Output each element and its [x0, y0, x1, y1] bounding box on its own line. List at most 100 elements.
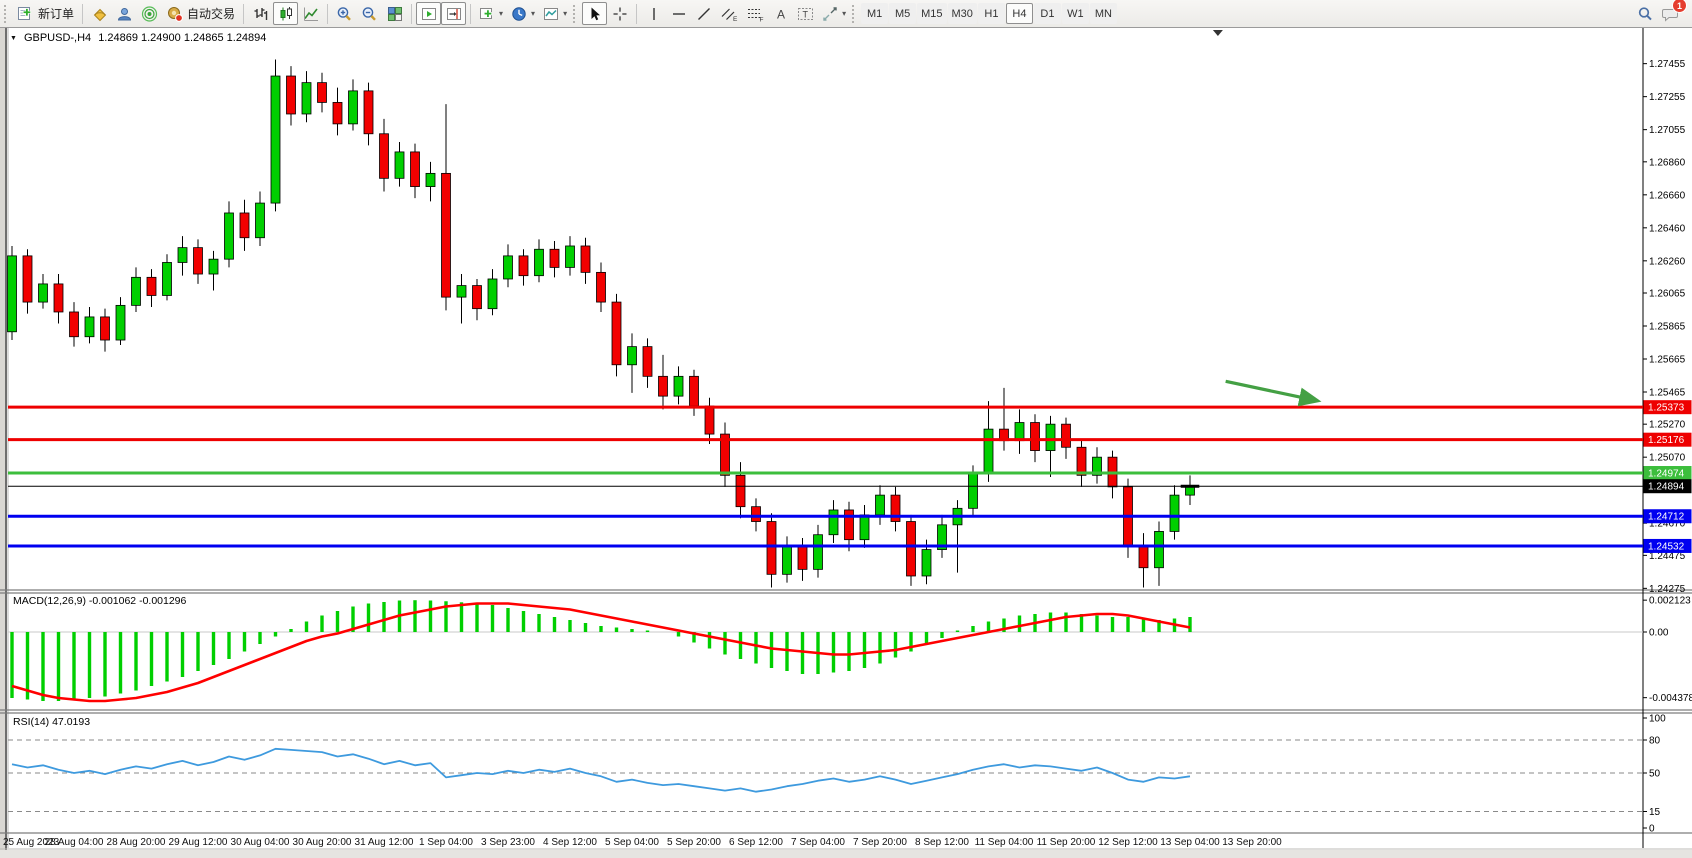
cursor-button[interactable] — [582, 2, 607, 25]
zoom-in-icon — [336, 6, 353, 22]
candle-body — [318, 83, 327, 103]
time-label: 7 Sep 04:00 — [791, 837, 845, 848]
timeframe-MN[interactable]: MN — [1090, 3, 1117, 24]
candle-body — [566, 246, 575, 267]
arrows-shapes-icon — [822, 6, 838, 22]
notification-badge: 1 — [1672, 0, 1687, 13]
auto-trading-button[interactable]: 自动交易 — [162, 2, 239, 25]
indicators-button[interactable]: ▾ — [475, 2, 507, 25]
trendline-button[interactable] — [691, 2, 716, 25]
chart-collapse-icon[interactable]: ▼ — [10, 35, 17, 42]
candle-body — [705, 406, 714, 434]
axis-label: 1.26860 — [1649, 157, 1686, 168]
fibonacci-button[interactable]: F — [742, 2, 768, 25]
auto-scroll-button[interactable] — [416, 2, 441, 25]
candle-body — [767, 522, 776, 575]
toolbar-grip[interactable] — [852, 5, 857, 23]
text-label-icon: T — [797, 6, 814, 22]
timeframe-H1[interactable]: H1 — [978, 3, 1005, 24]
time-label: 11 Sep 20:00 — [1037, 837, 1096, 848]
zoom-out-button[interactable] — [357, 2, 382, 25]
candle-body — [504, 256, 513, 279]
candle-body — [54, 284, 63, 312]
timeframe-W1[interactable]: W1 — [1062, 3, 1089, 24]
styles-button[interactable] — [87, 2, 112, 25]
candle-body — [752, 507, 761, 522]
candle-body — [473, 286, 482, 309]
chart-symbol-period: GBPUSD-,H4 — [24, 32, 91, 44]
candle-body — [969, 474, 978, 509]
time-label: 7 Sep 20:00 — [853, 837, 907, 848]
toolbar-grip[interactable] — [4, 5, 9, 23]
community-button[interactable] — [112, 2, 137, 25]
axis-label: 1.27055 — [1649, 125, 1686, 136]
line-chart-button[interactable] — [298, 2, 323, 25]
candle-body — [240, 213, 249, 238]
candlestick-chart-button[interactable] — [273, 2, 298, 25]
candle-body — [519, 256, 528, 276]
search-button[interactable] — [1633, 2, 1658, 25]
chart-shift-button[interactable] — [441, 2, 466, 25]
text-label-button[interactable]: T — [793, 2, 818, 25]
candle-body — [178, 248, 187, 263]
text-button[interactable]: A — [768, 2, 793, 25]
zoom-out-icon — [361, 6, 378, 22]
toolbar-separator — [243, 4, 244, 24]
toolbar-grip[interactable] — [573, 5, 578, 23]
line-chart-icon — [303, 6, 319, 22]
timeframe-M15[interactable]: M15 — [917, 3, 946, 24]
timeframe-M5[interactable]: M5 — [889, 3, 916, 24]
toolbar: 新订单 自动交易 ▾ ▾ ▾ E F A T ▾ M1M5M15M30H1H4D… — [0, 0, 1692, 28]
candle-body — [628, 347, 637, 365]
timeframe-H4[interactable]: H4 — [1006, 3, 1033, 24]
axis-label: 1.26460 — [1649, 223, 1686, 234]
vertical-line-button[interactable] — [641, 2, 666, 25]
zoom-in-button[interactable] — [332, 2, 357, 25]
axis-label: -0.004378 — [1649, 693, 1692, 704]
candle-body — [395, 152, 404, 178]
notifications-button[interactable]: 1 — [1658, 2, 1684, 25]
time-label: 5 Sep 04:00 — [605, 837, 659, 848]
vertical-line-icon — [647, 6, 661, 22]
price-badge-text: 1.24894 — [1648, 482, 1685, 493]
signals-icon — [141, 6, 158, 22]
candle-body — [922, 550, 931, 576]
candle-body — [674, 376, 683, 396]
candle-body — [271, 76, 280, 203]
tile-windows-button[interactable] — [382, 2, 407, 25]
chart-canvas[interactable]: 1.274551.272551.270551.268601.266601.264… — [0, 0, 1692, 858]
candle-body — [659, 376, 668, 396]
equidistant-channel-button[interactable]: E — [716, 2, 742, 25]
axis-label: 15 — [1649, 807, 1661, 818]
timeframe-M1[interactable]: M1 — [861, 3, 888, 24]
candle-body — [380, 134, 389, 179]
axis-label: 100 — [1649, 714, 1666, 725]
time-axis[interactable]: 25 Aug 202328 Aug 04:0028 Aug 20:0029 Au… — [3, 837, 1282, 848]
toolbar-separator — [327, 4, 328, 24]
timeframe-M30[interactable]: M30 — [948, 3, 977, 24]
horizontal-line-button[interactable] — [666, 2, 691, 25]
macd-label: MACD(12,26,9) -0.001062 -0.001296 — [13, 595, 186, 607]
crosshair-button[interactable] — [607, 2, 632, 25]
periods-button[interactable]: ▾ — [507, 2, 539, 25]
candle-body — [70, 312, 79, 337]
cursor-arrow-icon — [587, 6, 602, 22]
price-badge-text: 1.24532 — [1648, 541, 1685, 552]
rsi-label: RSI(14) 47.0193 — [13, 716, 90, 728]
auto-trading-label: 自动交易 — [187, 5, 235, 22]
templates-button[interactable]: ▾ — [539, 2, 571, 25]
signals-button[interactable] — [137, 2, 162, 25]
auto-scroll-icon — [421, 6, 437, 22]
shapes-button[interactable]: ▾ — [818, 2, 850, 25]
new-order-button[interactable]: 新订单 — [13, 2, 78, 25]
axis-label: 0.002123 — [1649, 596, 1691, 607]
candle-body — [1139, 546, 1148, 567]
time-label: 29 Aug 12:00 — [169, 837, 228, 848]
candle-body — [860, 515, 869, 540]
timeframe-D1[interactable]: D1 — [1034, 3, 1061, 24]
fibonacci-icon: F — [746, 6, 764, 22]
candle-body — [1031, 423, 1040, 451]
bar-chart-button[interactable] — [248, 2, 273, 25]
chart-header[interactable]: ▼ GBPUSD-,H4 1.24869 1.24900 1.24865 1.2… — [10, 32, 266, 44]
axis-label: 1.24275 — [1649, 584, 1686, 595]
